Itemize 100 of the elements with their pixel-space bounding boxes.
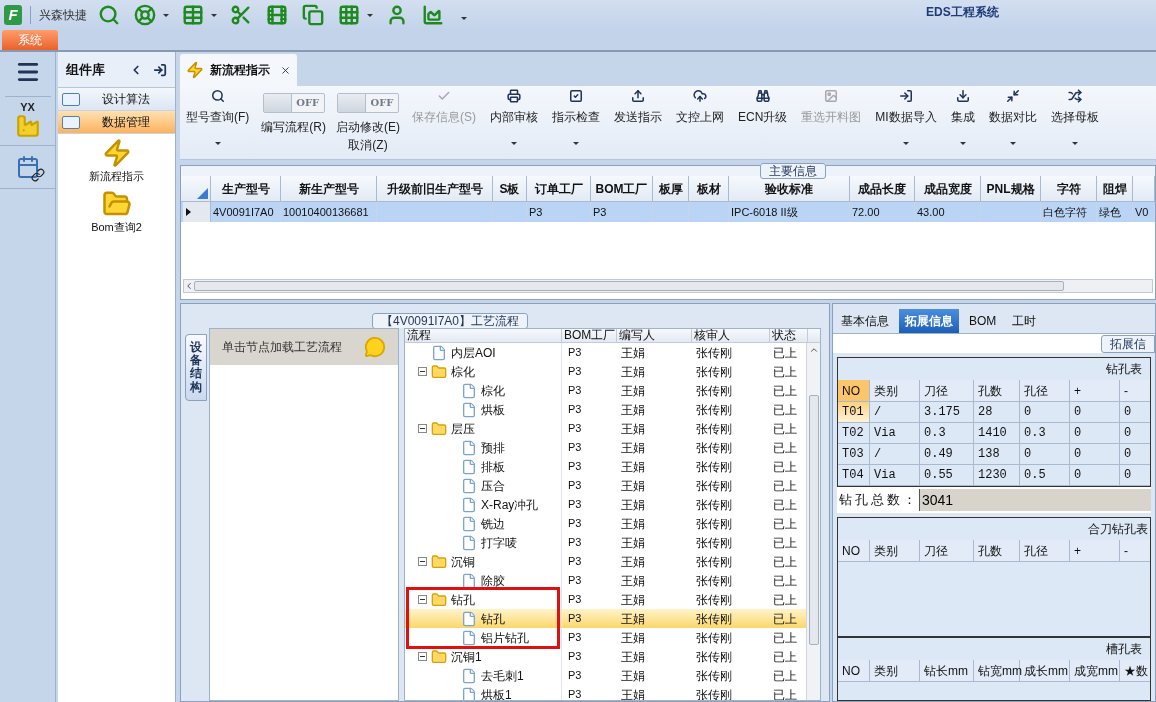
- grid-icon[interactable]: [337, 3, 361, 27]
- document-tab[interactable]: 新流程指示: [180, 54, 297, 86]
- collapse-icon[interactable]: [418, 652, 427, 661]
- tree-row[interactable]: 排板 P3 王娟 张传刚 已上: [405, 457, 807, 476]
- column-header[interactable]: 类别: [870, 380, 920, 401]
- scroll-up-icon[interactable]: [808, 345, 819, 355]
- column-header[interactable]: 订单工厂: [527, 176, 591, 201]
- column-header[interactable]: 成品宽度: [915, 176, 981, 201]
- tree-row[interactable]: 钻孔 P3 王娟 张传刚 已上: [405, 609, 807, 628]
- column-header[interactable]: +: [1070, 540, 1120, 561]
- column-header[interactable]: ★数: [1120, 660, 1155, 681]
- detail-tab[interactable]: 基本信息: [835, 309, 895, 333]
- column-header[interactable]: BOM工厂: [591, 176, 653, 201]
- column-header[interactable]: 成品长度: [850, 176, 915, 201]
- toggle-switch[interactable]: OFF: [337, 93, 399, 113]
- column-header[interactable]: 钻宽mm: [974, 660, 1020, 681]
- tree-row[interactable]: 棕化 P3 王娟 张传刚 已上: [405, 381, 807, 400]
- column-header[interactable]: BOM工厂: [562, 329, 617, 342]
- tree-row[interactable]: 棕化 P3 王娟 张传刚 已上: [405, 362, 807, 381]
- column-header[interactable]: 流程: [405, 329, 562, 342]
- tree-row[interactable]: 沉铜 P3 王娟 张传刚 已上: [405, 552, 807, 571]
- side-tab[interactable]: 设备结构: [185, 334, 207, 401]
- close-icon[interactable]: [280, 64, 291, 76]
- collapse-icon[interactable]: [418, 424, 427, 433]
- vertical-scrollbar[interactable]: [806, 343, 820, 700]
- column-header[interactable]: 类别: [870, 660, 920, 681]
- column-header[interactable]: 编写人: [617, 329, 692, 342]
- column-header[interactable]: PNL规格: [981, 176, 1041, 201]
- tree-row[interactable]: 沉铜1 P3 王娟 张传刚 已上: [405, 647, 807, 666]
- film-icon[interactable]: [265, 3, 289, 27]
- column-header[interactable]: 刀径: [920, 540, 974, 561]
- library-item[interactable]: Bom查询2: [58, 188, 175, 235]
- detail-tab[interactable]: 工时: [1006, 309, 1043, 333]
- column-header[interactable]: 升级前旧生产型号: [377, 176, 493, 201]
- tree-row[interactable]: 压合 P3 王娟 张传刚 已上: [405, 476, 807, 495]
- horizontal-scrollbar[interactable]: [183, 279, 1153, 293]
- tree-row[interactable]: 除胶 P3 王娟 张传刚 已上: [405, 571, 807, 590]
- column-header[interactable]: 字符: [1041, 176, 1097, 201]
- toolbar-button[interactable]: 数据对比: [986, 86, 1039, 145]
- input-field[interactable]: 3041: [919, 489, 1151, 511]
- column-header[interactable]: NO: [838, 660, 870, 681]
- column-header[interactable]: 孔径: [1020, 540, 1070, 561]
- table-row[interactable]: 4V0091I7A0 10010400136681 P3 P3 IPC-6018 II级 72.00 43.00 白色字符 绿色 V0: [181, 202, 1155, 222]
- column-header[interactable]: 核审人: [692, 329, 770, 342]
- column-header[interactable]: 孔数: [974, 540, 1020, 561]
- pin-icon[interactable]: [153, 62, 167, 77]
- column-header[interactable]: 状态: [770, 329, 808, 342]
- toolbar-button[interactable]: 型号查询(F): [184, 86, 252, 145]
- tree-row[interactable]: 打字唛 P3 王娟 张传刚 已上: [405, 533, 807, 552]
- table-icon[interactable]: [181, 3, 205, 27]
- toolbar-button[interactable]: 指示检查: [550, 86, 602, 145]
- library-item[interactable]: 新流程指示: [58, 138, 175, 185]
- library-group[interactable]: 数据管理: [58, 111, 175, 134]
- tree-row[interactable]: X-Ray冲孔 P3 王娟 张传刚 已上: [405, 495, 807, 514]
- lifebuoy-icon[interactable]: [133, 3, 157, 27]
- search-icon[interactable]: [97, 3, 121, 27]
- column-header[interactable]: NO: [838, 380, 870, 401]
- tree-row[interactable]: 内层AOI P3 王娟 张传刚 已上: [405, 343, 807, 362]
- tree-row[interactable]: 烘板 P3 王娟 张传刚 已上: [405, 400, 807, 419]
- area-chart-icon[interactable]: [421, 3, 445, 27]
- column-header[interactable]: -: [1120, 380, 1155, 401]
- tree-row[interactable]: 层压 P3 王娟 张传刚 已上: [405, 419, 807, 438]
- column-header[interactable]: 板厚: [653, 176, 689, 201]
- column-header[interactable]: 钻长mm: [920, 660, 974, 681]
- toolbar-button[interactable]: 文控上网: [674, 86, 726, 126]
- column-header[interactable]: 生产型号: [211, 176, 281, 201]
- tree-row[interactable]: 烘板1 P3 王娟 张传刚 已上: [405, 685, 807, 700]
- copy-icon[interactable]: [301, 3, 325, 27]
- column-header[interactable]: 孔数: [974, 380, 1020, 401]
- column-header[interactable]: 孔径: [1020, 380, 1070, 401]
- toolbar-button[interactable]: 集成: [948, 86, 977, 145]
- toolbar-button[interactable]: ECN升级: [736, 86, 790, 126]
- collapse-icon[interactable]: [418, 595, 427, 604]
- column-header[interactable]: 新生产型号: [281, 176, 377, 201]
- tree-row[interactable]: 铣边 P3 王娟 张传刚 已上: [405, 514, 807, 533]
- column-header[interactable]: 成长mm: [1020, 660, 1070, 681]
- library-group[interactable]: 设计算法: [58, 88, 175, 111]
- scissors-icon[interactable]: [229, 3, 253, 27]
- tree-row[interactable]: 铝片钻孔 P3 王娟 张传刚 已上: [405, 628, 807, 647]
- column-header[interactable]: 验收标准: [729, 176, 850, 201]
- collapse-icon[interactable]: [418, 557, 427, 566]
- detail-tab[interactable]: BOM: [963, 309, 1003, 333]
- collapse-icon[interactable]: [418, 367, 427, 376]
- tree-row[interactable]: 预排 P3 王娟 张传刚 已上: [405, 438, 807, 457]
- column-header[interactable]: NO: [838, 540, 870, 561]
- column-header[interactable]: 板材: [689, 176, 729, 201]
- corner-triangle-icon[interactable]: [197, 188, 208, 199]
- column-header[interactable]: S板: [493, 176, 527, 201]
- column-header[interactable]: 阻焊: [1097, 176, 1133, 201]
- column-header[interactable]: 刀径: [920, 380, 974, 401]
- toolbar-button[interactable]: 内部审核: [488, 86, 540, 145]
- column-header[interactable]: +: [1070, 380, 1120, 401]
- toolbar-button[interactable]: 选择母板: [1048, 86, 1101, 145]
- toolbar-button[interactable]: 发送指示: [612, 86, 664, 126]
- column-header[interactable]: 类别: [870, 540, 920, 561]
- tree-row[interactable]: 去毛刺1 P3 王娟 张传刚 已上: [405, 666, 807, 685]
- toolbar-button[interactable]: MI数据导入: [873, 86, 939, 145]
- detail-tab[interactable]: 拓展信息: [899, 309, 959, 333]
- column-header[interactable]: 成宽mm: [1070, 660, 1120, 681]
- scroll-left-icon[interactable]: [184, 281, 194, 291]
